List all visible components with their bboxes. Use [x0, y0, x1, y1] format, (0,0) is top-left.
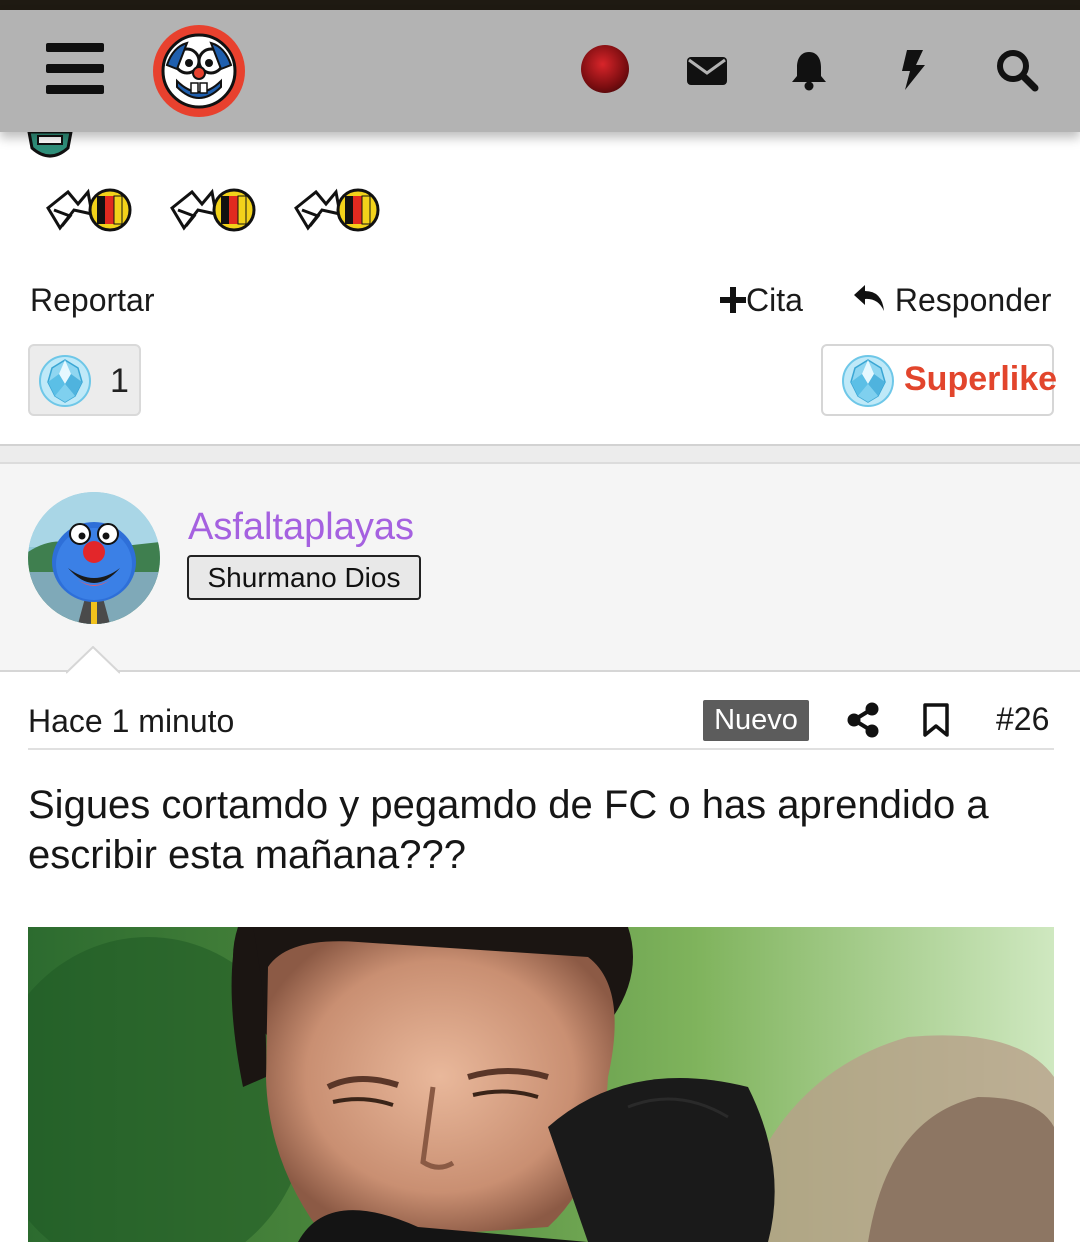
new-badge: Nuevo [703, 700, 809, 741]
previous-post-footer: Reportar Cita Responder 1 Superlike [0, 130, 1080, 444]
reply-label: Responder [894, 282, 1052, 318]
author-rank-badge: Shurmano Dios [187, 555, 421, 600]
envelope-icon[interactable] [684, 47, 730, 93]
post-timestamp: Hace 1 minuto [28, 703, 235, 739]
diamond-gem-icon [842, 355, 894, 407]
site-logo[interactable] [153, 25, 245, 117]
user-avatar-icon[interactable] [581, 45, 629, 93]
status-strip [0, 0, 1080, 10]
post-body-text: Sigues cortamdo y pegamdo de FC o has ap… [28, 783, 989, 877]
superlike-count: 1 [110, 362, 129, 400]
report-link[interactable]: Reportar [30, 282, 155, 319]
bookmark-icon[interactable] [921, 702, 951, 738]
reply-arrow-icon [854, 285, 884, 311]
post-actions: Reportar Cita Responder [30, 282, 1052, 322]
bell-icon[interactable] [786, 47, 832, 93]
quote-label: Cita [746, 282, 803, 318]
quote-button[interactable]: Cita [720, 282, 803, 319]
post-number-link[interactable]: #26 [996, 701, 1049, 738]
reply-button[interactable]: Responder [852, 282, 1051, 319]
diamond-gem-icon [39, 355, 91, 407]
hamburger-menu-icon[interactable] [46, 43, 106, 95]
share-icon[interactable] [846, 702, 880, 738]
search-icon[interactable] [994, 47, 1040, 93]
post-author-block: Asfaltaplayas Shurmano Dios [0, 464, 1080, 674]
award-badge-icon [168, 186, 258, 236]
superlike-button[interactable]: Superlike [821, 344, 1058, 416]
award-badge-icon [292, 186, 382, 236]
bolt-icon[interactable] [890, 47, 936, 93]
award-badge-icon [44, 186, 134, 236]
partial-award-icon [26, 130, 74, 160]
superlike-count-button[interactable]: 1 [28, 344, 141, 416]
top-header [0, 10, 1080, 132]
superlike-label: Superlike [904, 360, 1058, 398]
forum-thread-page: Reportar Cita Responder 1 Superlike Asfa… [0, 0, 1080, 1242]
post-embedded-image[interactable] [28, 927, 1054, 1242]
plus-icon [720, 287, 746, 313]
post-separator [0, 444, 1080, 464]
post-meta-bar: Hace 1 minuto Nuevo #26 [28, 672, 1054, 750]
author-username[interactable]: Asfaltaplayas [188, 506, 414, 549]
author-avatar[interactable] [28, 492, 160, 624]
